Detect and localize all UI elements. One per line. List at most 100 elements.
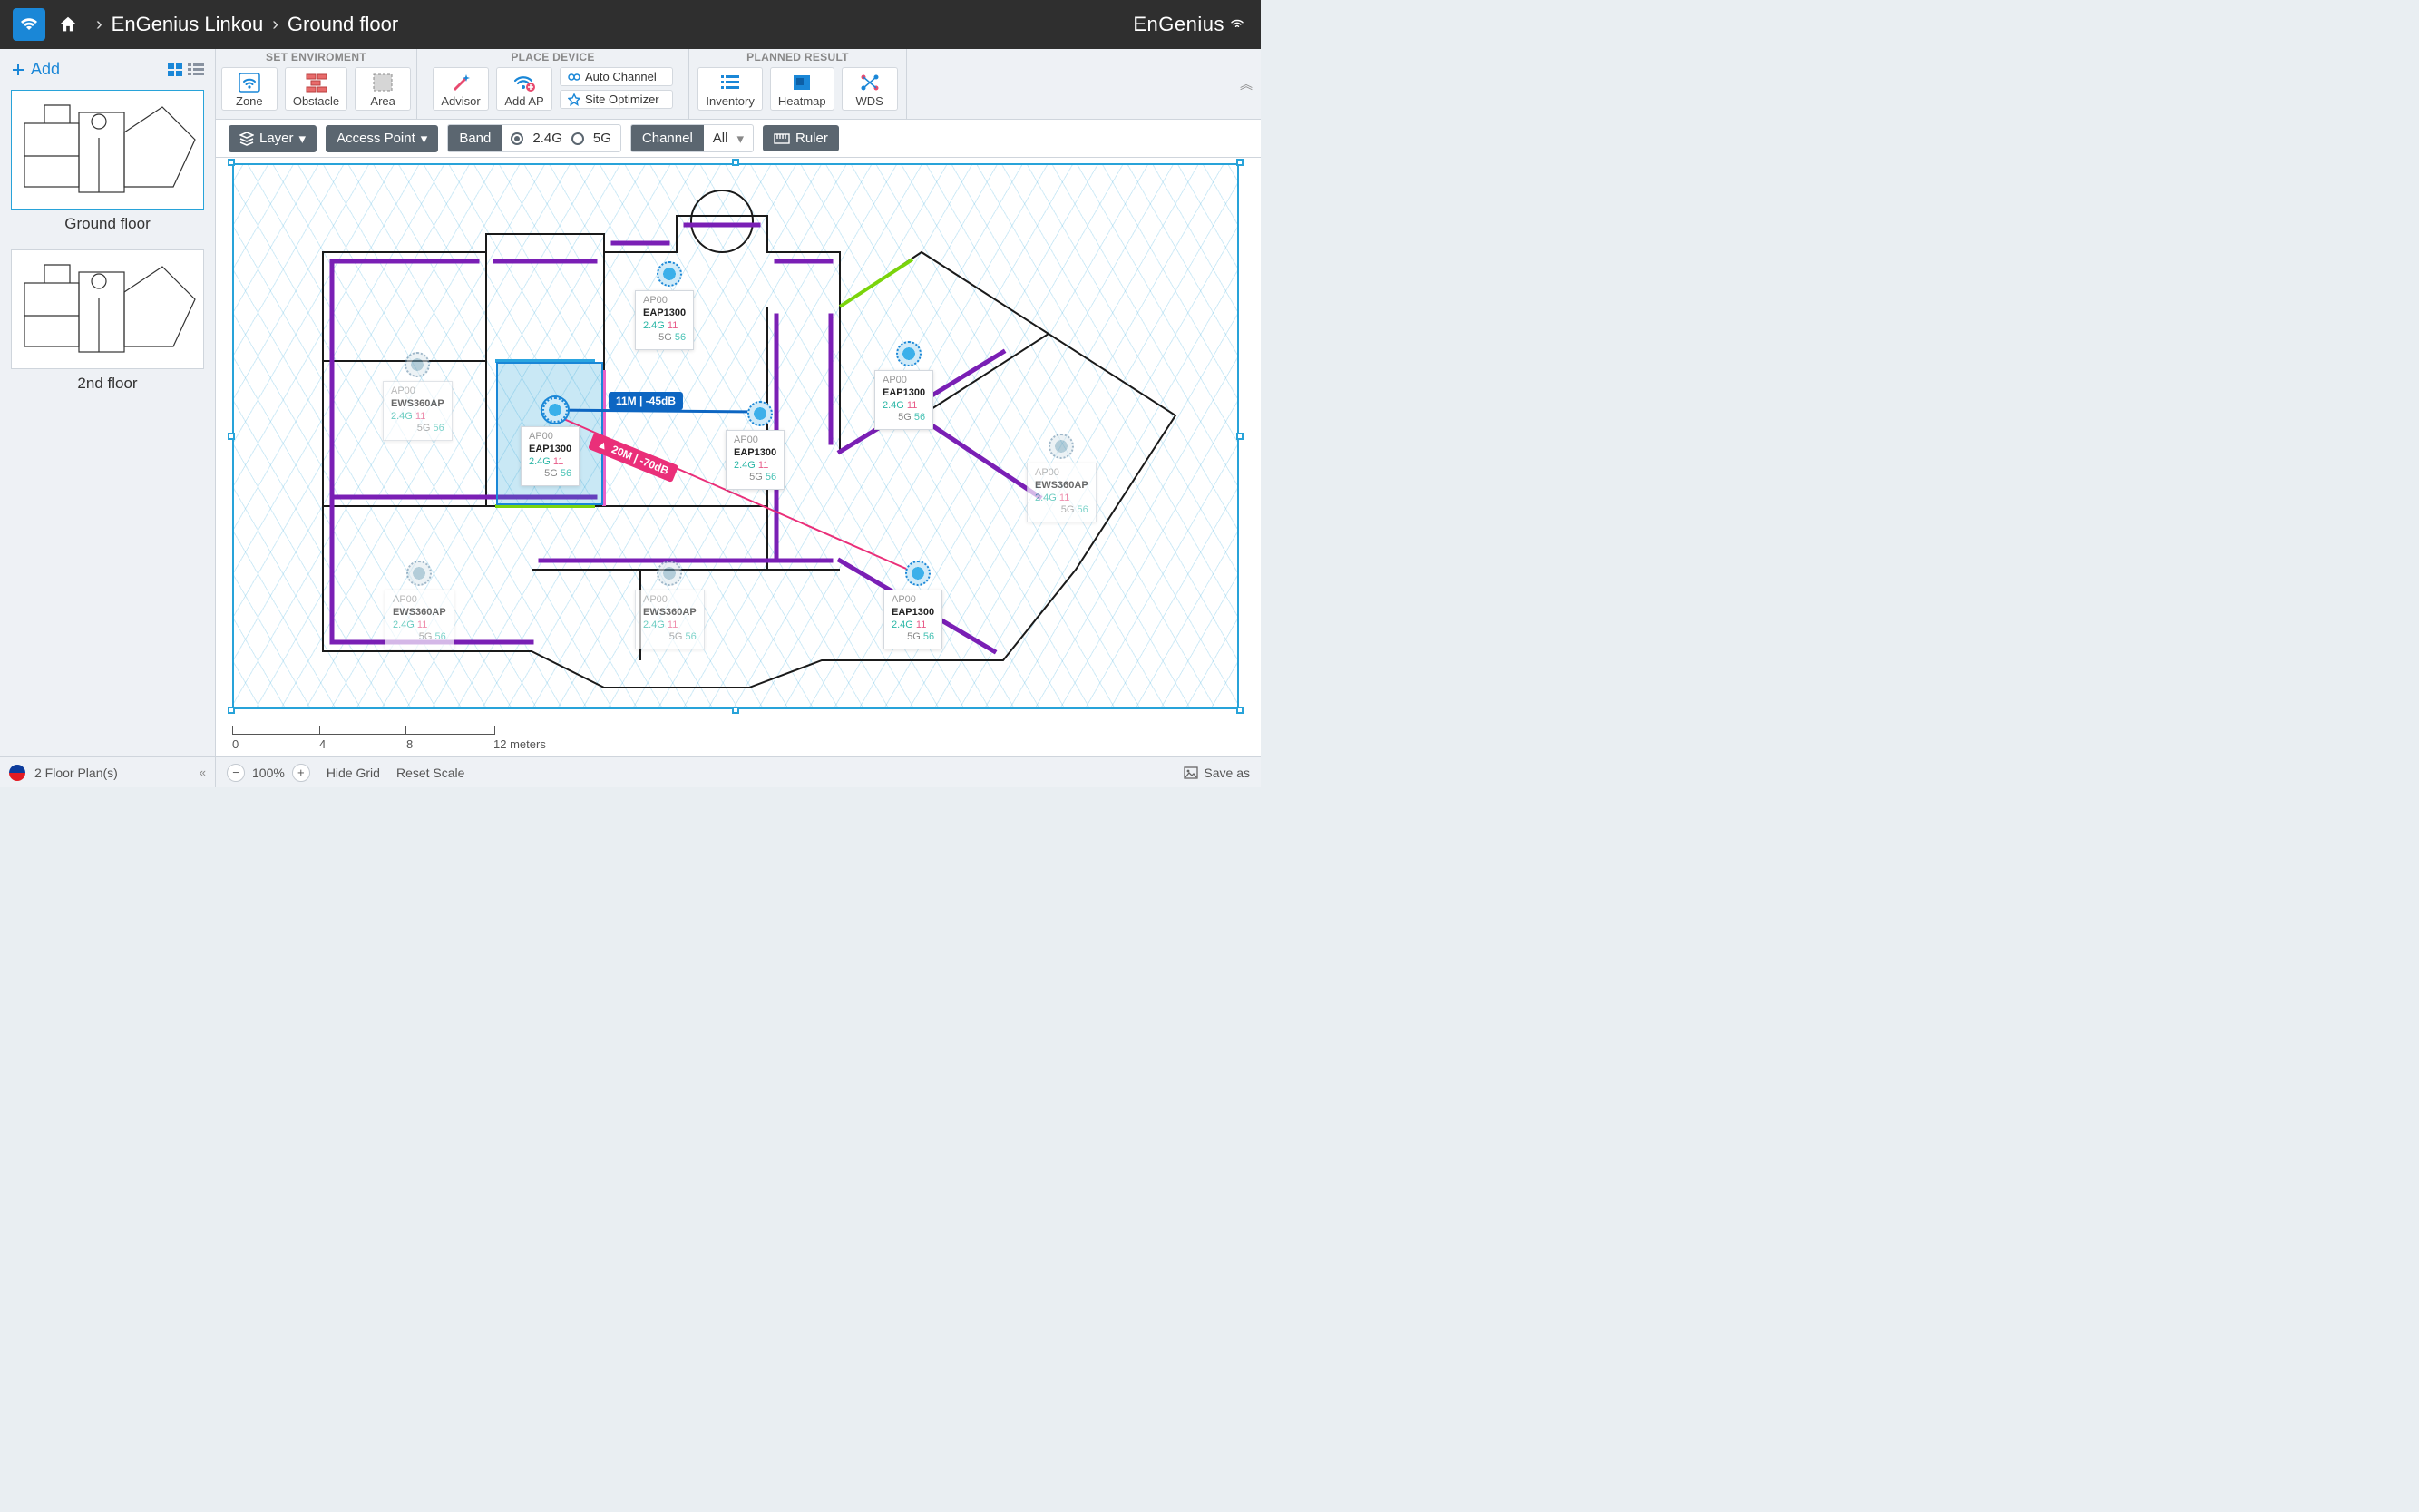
- zone-handle[interactable]: [1236, 159, 1244, 166]
- ap-band-24: 2.4G 11: [643, 619, 697, 632]
- ap-model: EAP1300: [734, 447, 776, 460]
- save-as-button[interactable]: Save as: [1184, 766, 1250, 780]
- floor-thumb-2nd[interactable]: [11, 249, 204, 369]
- ap-marker[interactable]: [542, 397, 568, 423]
- auto-channel-button[interactable]: Auto Channel: [560, 67, 673, 86]
- magic-wand-icon: [450, 71, 472, 94]
- access-point-dropdown[interactable]: Access Point ▾: [326, 125, 438, 152]
- ap-band-24: 2.4G 11: [1035, 493, 1088, 505]
- ap-model: EWS360AP: [391, 398, 444, 411]
- ap-model: EAP1300: [529, 444, 571, 456]
- caret-down-icon: ▾: [421, 131, 428, 147]
- reset-scale-button[interactable]: Reset Scale: [396, 766, 464, 780]
- ap-band-24: 2.4G 11: [892, 619, 934, 632]
- wds-button[interactable]: WDS: [842, 67, 898, 111]
- ap-marker[interactable]: [657, 261, 682, 287]
- add-label: Add: [31, 60, 60, 79]
- ap-name: AP00: [892, 594, 934, 607]
- site-optimizer-button[interactable]: Site Optimizer: [560, 90, 673, 109]
- ap-model: EAP1300: [892, 607, 934, 619]
- advisor-button[interactable]: Advisor: [433, 67, 489, 111]
- floor-thumb-label: Ground floor: [11, 215, 204, 233]
- ap-marker[interactable]: [657, 561, 682, 586]
- heatmap-button[interactable]: Heatmap: [770, 67, 834, 111]
- add-floor-button[interactable]: Add: [11, 60, 60, 79]
- ap-band-5: 5G 56: [529, 468, 571, 481]
- inventory-button[interactable]: Inventory: [697, 67, 762, 111]
- zoom-level: 100%: [252, 766, 285, 780]
- ribbon-group-title: SET ENVIROMENT: [227, 51, 405, 63]
- ap-info-box[interactable]: AP00EAP13002.4G 115G 56: [521, 426, 580, 486]
- ap-marker[interactable]: [1049, 434, 1074, 459]
- breadcrumb-floor[interactable]: Ground floor: [288, 13, 398, 36]
- auto-channel-icon: [568, 71, 580, 83]
- band-24-radio[interactable]: [511, 132, 523, 145]
- breadcrumb-site[interactable]: EnGenius Linkou: [112, 13, 264, 36]
- ribbon-group-title: PLACE DEVICE: [428, 51, 678, 63]
- ap-band-5: 5G 56: [393, 631, 446, 644]
- ap-marker[interactable]: [747, 401, 773, 426]
- warning-icon: ▲: [596, 437, 610, 453]
- zone-handle[interactable]: [228, 433, 235, 440]
- caret-down-icon: ▾: [736, 131, 744, 147]
- ap-info-box[interactable]: AP00EAP13002.4G 115G 56: [726, 430, 785, 490]
- ap-band-5: 5G 56: [643, 631, 697, 644]
- floor-thumb-ground[interactable]: [11, 90, 204, 210]
- top-bar: › EnGenius Linkou › Ground floor EnGeniu…: [0, 0, 1261, 49]
- band-5-radio[interactable]: [571, 132, 584, 145]
- ap-marker[interactable]: [406, 561, 432, 586]
- ruler-button[interactable]: Ruler: [763, 125, 839, 151]
- zone-handle[interactable]: [732, 159, 739, 166]
- zoom-controls: − 100% +: [227, 764, 310, 782]
- ap-info-box[interactable]: AP00EWS360AP2.4G 115G 56: [635, 590, 705, 649]
- ap-name: AP00: [1035, 467, 1088, 480]
- ap-marker[interactable]: [896, 341, 922, 366]
- ap-info-box[interactable]: AP00EAP13002.4G 115G 56: [883, 590, 942, 649]
- zone-handle[interactable]: [1236, 707, 1244, 714]
- channel-selector: Channel All ▾: [630, 124, 754, 152]
- ap-name: AP00: [529, 431, 571, 444]
- ap-marker[interactable]: [405, 352, 430, 377]
- zone-handle[interactable]: [1236, 433, 1244, 440]
- layer-dropdown[interactable]: Layer ▾: [229, 125, 317, 152]
- link-measurement: 11M | -45dB: [609, 392, 683, 410]
- channel-dropdown[interactable]: All ▾: [704, 131, 753, 147]
- ap-info-box[interactable]: AP00EWS360AP2.4G 115G 56: [383, 381, 453, 441]
- canvas-viewport[interactable]: 11M | -45dB ▲20M | -70dB AP00EWS360AP2.4…: [216, 158, 1261, 756]
- hide-grid-button[interactable]: Hide Grid: [327, 766, 380, 780]
- zoom-in-button[interactable]: +: [292, 764, 310, 782]
- chevron-right-icon: ›: [272, 15, 278, 35]
- band-selector: Band 2.4G 5G: [447, 124, 621, 152]
- locale-flag-icon[interactable]: [9, 765, 25, 781]
- ap-info-box[interactable]: AP00EAP13002.4G 115G 56: [635, 290, 694, 350]
- image-icon: [1184, 766, 1198, 779]
- ap-name: AP00: [391, 385, 444, 398]
- ap-name: AP00: [643, 295, 686, 307]
- canvas[interactable]: 11M | -45dB ▲20M | -70dB AP00EWS360AP2.4…: [232, 163, 1239, 709]
- ribbon-collapse-button[interactable]: ︽: [1232, 49, 1261, 119]
- sidebar-collapse-button[interactable]: «: [200, 766, 206, 779]
- zone-handle[interactable]: [732, 707, 739, 714]
- scale-bar: 0 4 8 12 meters: [232, 726, 546, 751]
- ap-name: AP00: [393, 594, 446, 607]
- caret-down-icon: ▾: [299, 131, 307, 147]
- floor-thumb-label: 2nd floor: [11, 375, 204, 393]
- zone-handle[interactable]: [228, 707, 235, 714]
- wds-icon: [860, 71, 880, 94]
- zone-tool-button[interactable]: Zone: [221, 67, 278, 111]
- brand-text: EnGenius: [1133, 13, 1248, 36]
- ap-info-box[interactable]: AP00EWS360AP2.4G 115G 56: [1027, 463, 1097, 522]
- floor-count: 2 Floor Plan(s): [34, 766, 118, 780]
- list-icon: [720, 71, 740, 94]
- area-tool-button[interactable]: Area: [355, 67, 411, 111]
- ap-info-box[interactable]: AP00EWS360AP2.4G 115G 56: [385, 590, 454, 649]
- home-icon[interactable]: [58, 15, 78, 34]
- add-ap-button[interactable]: Add AP: [496, 67, 552, 111]
- zoom-out-button[interactable]: −: [227, 764, 245, 782]
- ap-marker[interactable]: [905, 561, 931, 586]
- view-list-icon[interactable]: [188, 63, 204, 76]
- view-grid-icon[interactable]: [168, 63, 184, 76]
- ap-info-box[interactable]: AP00EAP13002.4G 115G 56: [874, 370, 933, 430]
- obstacle-tool-button[interactable]: Obstacle: [285, 67, 347, 111]
- zone-handle[interactable]: [228, 159, 235, 166]
